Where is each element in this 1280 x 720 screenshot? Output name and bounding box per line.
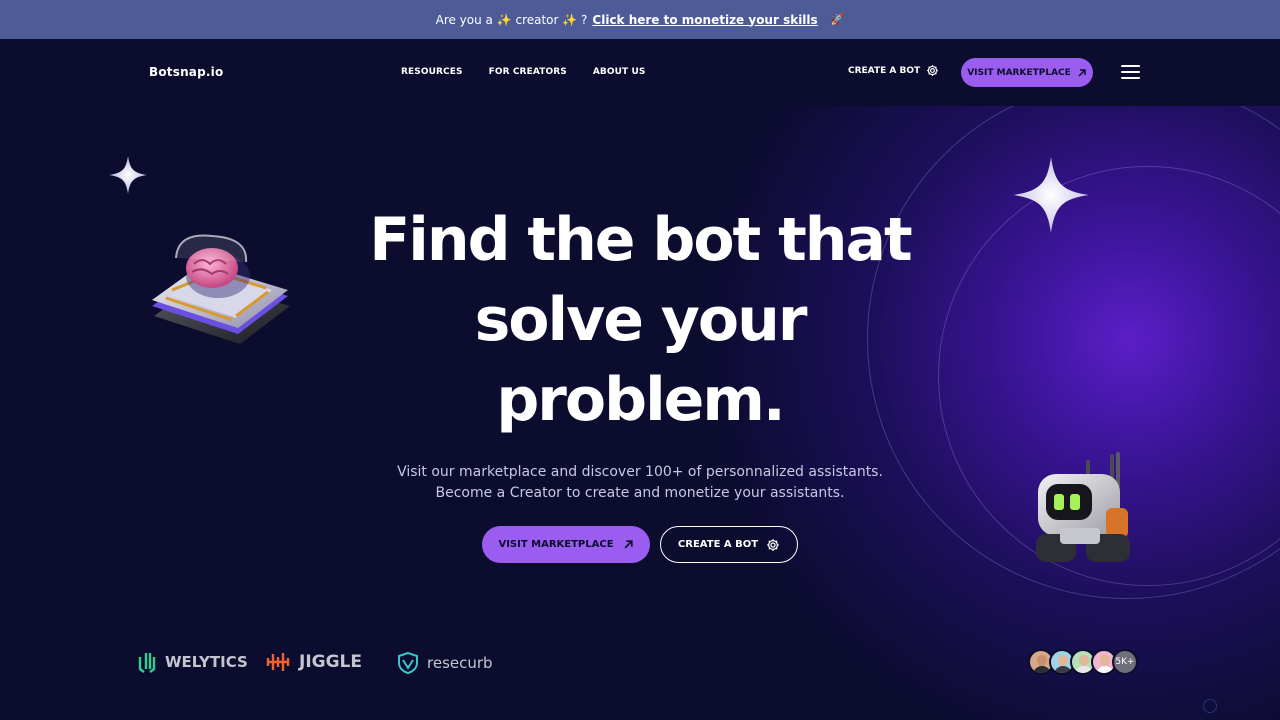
jiggle-logo-icon [266, 653, 290, 671]
create-bot-button[interactable]: CREATE A BOT [660, 526, 798, 563]
hamburger-menu-icon[interactable] [1121, 65, 1140, 79]
hero-headline: Find the bot that solve your problem. [290, 200, 990, 440]
jiggle-wordmark: JIGGLE [299, 652, 363, 672]
nav-item-about-us[interactable]: ABOUT US [593, 67, 646, 77]
visit-marketplace-header-button[interactable]: VISIT MARKETPLACE [961, 58, 1093, 87]
visit-marketplace-button-label: VISIT MARKETPLACE [498, 539, 614, 550]
create-bot-button-label: CREATE A BOT [677, 539, 759, 550]
hero-subtext: Visit our marketplace and discover 100+ … [340, 462, 940, 504]
site-header: Botsnap.io RESOURCES FOR CREATORS ABOUT … [0, 39, 1280, 106]
community-avatars: 5K+ [1028, 649, 1138, 675]
headline-line-3: problem. [496, 365, 785, 435]
announcement-text: Are you a ✨ creator ✨ ? [435, 12, 588, 27]
site-logo[interactable]: Botsnap.io [149, 65, 223, 79]
nav-item-for-creators[interactable]: FOR CREATORS [489, 67, 567, 77]
sparkle-icon-small [109, 156, 147, 194]
brain-chip-illustration [152, 234, 290, 344]
headline-line-2: solve your [474, 285, 808, 355]
announcement-bar: Are you a ✨ creator ✨ ? Click here to mo… [0, 0, 1280, 39]
partner-logo-welytics: WELYTICS [138, 651, 248, 673]
nav-item-resources[interactable]: RESOURCES [401, 67, 463, 77]
rocket-icon: 🚀 [830, 13, 845, 26]
partner-logo-resecurb: resecurb [396, 651, 493, 675]
monetize-link[interactable]: Click here to monetize your skills [592, 13, 817, 27]
watermark-icon [1203, 699, 1217, 713]
partner-logo-jiggle: JIGGLE [266, 651, 362, 673]
resecurb-wordmark: resecurb [427, 654, 493, 672]
create-bot-link[interactable]: CREATE A BOT [848, 64, 939, 77]
arrow-up-right-icon [1078, 68, 1086, 77]
headline-line-1: Find the bot that [369, 205, 912, 275]
sparkle-icon-large [1013, 157, 1089, 233]
community-count-badge: 5K+ [1112, 649, 1138, 675]
create-bot-label: CREATE A BOT [848, 65, 921, 76]
subtext-line-2: Become a Creator to create and monetize … [435, 485, 845, 501]
visit-marketplace-button[interactable]: VISIT MARKETPLACE [482, 526, 650, 563]
main-nav: RESOURCES FOR CREATORS ABOUT US [401, 67, 645, 77]
gear-icon [927, 65, 939, 76]
shield-icon [398, 651, 418, 675]
welytics-logo-icon [138, 653, 156, 673]
visit-marketplace-label: VISIT MARKETPLACE [967, 67, 1071, 78]
robot-illustration [1036, 452, 1130, 562]
subtext-line-1: Visit our marketplace and discover 100+ … [397, 464, 883, 480]
arrow-up-right-icon [624, 540, 633, 549]
welytics-wordmark: WELYTICS [165, 653, 248, 671]
gear-icon [767, 538, 779, 551]
